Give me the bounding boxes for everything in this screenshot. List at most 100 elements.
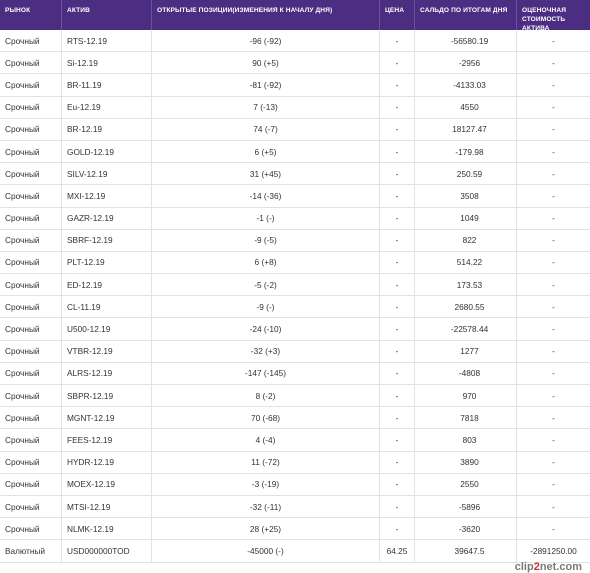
- table-row[interactable]: Срочный GOLD-12.19 6 (+5) - -179.98-: [0, 140, 590, 164]
- cell-balance: -179.98: [415, 140, 517, 163]
- table-row[interactable]: Срочный SBPR-12.19 8 (-2) -970-: [0, 385, 590, 408]
- cell-balance: -2956: [415, 52, 517, 74]
- cell-market: Срочный: [0, 274, 62, 296]
- cell-valuation: -: [552, 523, 555, 534]
- cell-valuation: -: [552, 235, 555, 246]
- cell-asset: MGNT-12.19: [62, 407, 152, 429]
- cell-positions: -147 (-145): [152, 362, 380, 384]
- cell-market: Срочный: [0, 495, 62, 518]
- cell-market: Срочный: [0, 74, 62, 96]
- cell-balance: -3620: [415, 518, 517, 540]
- cell-positions: -3 (-19): [152, 473, 380, 495]
- cell-price: 64.25: [380, 540, 415, 562]
- table-row[interactable]: Срочный MGNT-12.19 70 (-68) -7818-: [0, 407, 590, 430]
- cell-valuation: -: [552, 57, 555, 68]
- table-row[interactable]: Срочный BR-12.19 74 (-7) -18127.47-: [0, 118, 590, 141]
- table-row[interactable]: Срочный PLT-12.19 6 (+8) -514.22-: [0, 251, 590, 275]
- cell-price: -: [380, 207, 415, 229]
- cell-valuation: -: [552, 434, 555, 445]
- table-row[interactable]: Срочный SBRF-12.19 -9 (-5) -822-: [0, 229, 590, 252]
- table-row[interactable]: Срочный MXI-12.19 -14 (-36) -3508-: [0, 185, 590, 208]
- cell-price: -: [380, 251, 415, 274]
- table-row[interactable]: Срочный ED-12.19 -5 (-2) -173.53-: [0, 274, 590, 297]
- cell-balance: 39647.5: [415, 540, 517, 562]
- cell-price: -: [380, 118, 415, 140]
- cell-valuation: -: [552, 324, 555, 335]
- cell-positions: -32 (+3): [152, 340, 380, 362]
- cell-positions: -96 (-92): [152, 30, 380, 52]
- cell-balance: -56580.19: [415, 30, 517, 52]
- cell-asset: VTBR-12.19: [62, 340, 152, 362]
- cell-price: -: [380, 140, 415, 163]
- cell-asset: MOEX-12.19: [62, 473, 152, 495]
- cell-market: Срочный: [0, 407, 62, 429]
- header-market[interactable]: РЫНОК: [0, 0, 62, 30]
- table-row[interactable]: Срочный GAZR-12.19 -1 (-) -1049-: [0, 207, 590, 230]
- header-asset[interactable]: АКТИВ: [62, 0, 152, 30]
- table-row[interactable]: Срочный MTSI-12.19 -32 (-11) - -5896-: [0, 495, 590, 519]
- cell-balance: -22578.44: [415, 318, 517, 340]
- cell-market: Срочный: [0, 251, 62, 274]
- cell-market: Срочный: [0, 518, 62, 540]
- cell-market: Срочный: [0, 207, 62, 229]
- cell-asset: USD000000TOD: [62, 540, 152, 562]
- table-row[interactable]: Срочный Si-12.19 90 (+5) - -2956-: [0, 52, 590, 75]
- header-price[interactable]: ЦЕНА: [380, 0, 415, 30]
- cell-positions: -45000 (-): [152, 540, 380, 562]
- cell-market: Срочный: [0, 140, 62, 163]
- table-row[interactable]: Срочный SILV-12.19 31 (+45) -250.59-: [0, 163, 590, 186]
- header-valuation[interactable]: ОЦЕНОЧНАЯ СТОИМОСТЬ АКТИВА: [517, 0, 590, 30]
- cell-asset: FEES-12.19: [62, 429, 152, 451]
- table-row[interactable]: Валютный USD000000TOD -45000 (-) 64.25 39647…: [0, 540, 590, 563]
- cell-valuation: -: [552, 479, 555, 490]
- cell-asset: HYDR-12.19: [62, 451, 152, 473]
- cell-market: Срочный: [0, 30, 62, 52]
- cell-valuation: -: [552, 79, 555, 90]
- table-row[interactable]: Срочный ALRS-12.19 -147 (-145) - -4808-: [0, 362, 590, 385]
- table-row[interactable]: Срочный CL-11.19 -9 (-) -2680.55-: [0, 296, 590, 319]
- table-row[interactable]: Срочный Eu-12.19 7 (-13) -4550-: [0, 96, 590, 119]
- cell-asset: Eu-12.19: [62, 96, 152, 118]
- table-row[interactable]: Срочный NLMK-12.19 28 (+25) - -3620-: [0, 518, 590, 541]
- cell-positions: 6 (+5): [152, 140, 380, 163]
- cell-positions: 28 (+25): [152, 518, 380, 540]
- table-row[interactable]: Срочный BR-11.19 -81 (-92) - -4133.03-: [0, 74, 590, 97]
- cell-price: -: [380, 495, 415, 518]
- cell-balance: 3508: [415, 185, 517, 207]
- cell-market: Срочный: [0, 473, 62, 495]
- cell-valuation: -: [552, 301, 555, 312]
- header-balance[interactable]: САЛЬДО ПО ИТОГАМ ДНЯ: [415, 0, 517, 30]
- cell-market: Срочный: [0, 52, 62, 74]
- table-row[interactable]: Срочный MOEX-12.19 -3 (-19) -2550-: [0, 473, 590, 496]
- cell-asset: SBRF-12.19: [62, 229, 152, 251]
- table-row[interactable]: Срочный RTS-12.19 -96 (-92) - -56580.19-: [0, 30, 590, 53]
- cell-asset: BR-11.19: [62, 74, 152, 96]
- cell-price: -: [380, 451, 415, 473]
- cell-market: Срочный: [0, 118, 62, 140]
- cell-market: Валютный: [0, 540, 62, 562]
- cell-asset: MTSI-12.19: [62, 495, 152, 518]
- cell-valuation: -: [552, 368, 555, 379]
- cell-market: Срочный: [0, 362, 62, 384]
- cell-positions: -5 (-2): [152, 274, 380, 296]
- cell-price: -: [380, 185, 415, 207]
- cell-asset: RTS-12.19: [62, 30, 152, 52]
- table-row[interactable]: Срочный U500-12.19 -24 (-10) - -22578.44-: [0, 318, 590, 341]
- cell-price: -: [380, 362, 415, 384]
- cell-market: Срочный: [0, 96, 62, 118]
- cell-valuation: -: [552, 124, 555, 135]
- cell-positions: 4 (-4): [152, 429, 380, 451]
- table-row[interactable]: Срочный VTBR-12.19 -32 (+3) -1277-: [0, 340, 590, 363]
- cell-positions: -1 (-): [152, 207, 380, 229]
- cell-asset: ED-12.19: [62, 274, 152, 296]
- cell-asset: ALRS-12.19: [62, 362, 152, 384]
- cell-balance: 7818: [415, 407, 517, 429]
- cell-positions: -9 (-5): [152, 229, 380, 251]
- cell-valuation: -: [552, 390, 555, 401]
- cell-positions: -32 (-11): [152, 495, 380, 518]
- header-positions[interactable]: ОТКРЫТЫЕ ПОЗИЦИИ(ИЗМЕНЕНИЯ К НАЧАЛУ ДНЯ): [152, 0, 380, 30]
- cell-valuation: -: [552, 257, 555, 268]
- table-row[interactable]: Срочный HYDR-12.19 11 (-72) -3890-: [0, 451, 590, 474]
- cell-price: -: [380, 163, 415, 185]
- table-row[interactable]: Срочный FEES-12.19 4 (-4) -803-: [0, 429, 590, 452]
